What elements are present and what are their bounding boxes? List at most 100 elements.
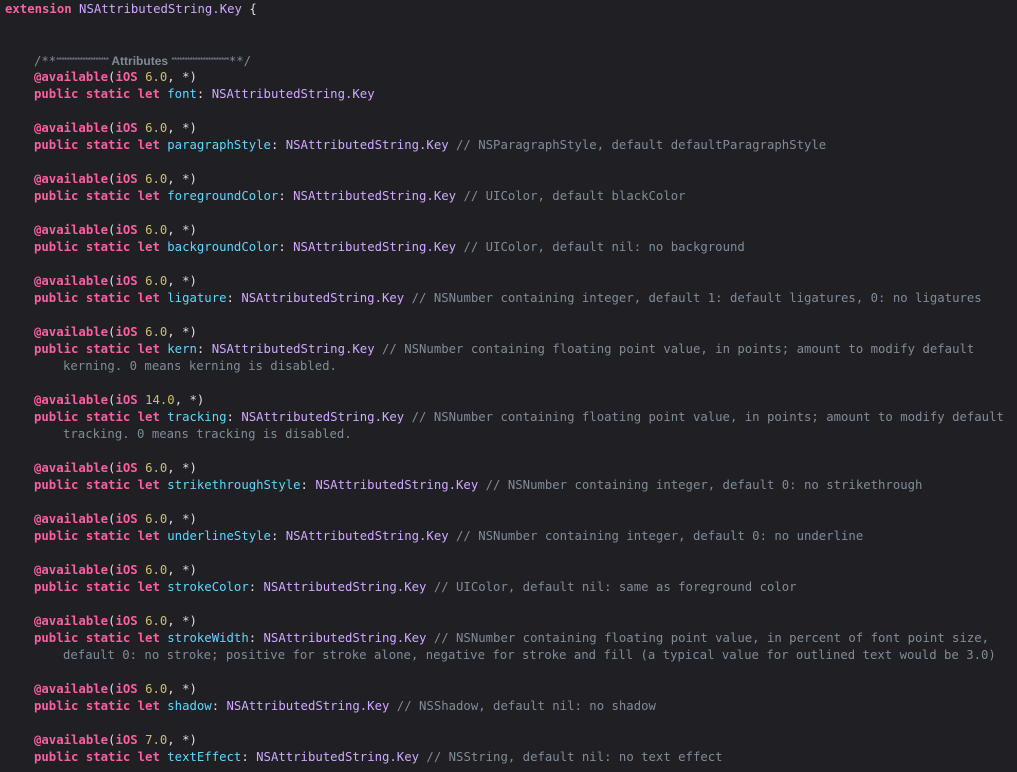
key-type: NSAttributedString.Key (263, 580, 427, 594)
comment-prefix: // (426, 750, 442, 764)
let-keyword: let (137, 189, 160, 203)
ios-version: 6.0 (145, 614, 168, 628)
key-type: NSAttributedString.Key (285, 529, 449, 543)
ios-version: 6.0 (145, 121, 168, 135)
available-keyword: @available (34, 70, 109, 84)
public-keyword: public (34, 478, 79, 492)
wildcard-star: * (182, 172, 190, 186)
extension-type-name: NSAttributedString.Key (79, 2, 242, 16)
let-keyword: let (137, 580, 160, 594)
available-attribute-line: @available(iOS 6.0, *) (34, 172, 197, 186)
platform-name: iOS (115, 121, 138, 135)
attribute-declaration-line: public static let underlineStyle: NSAttr… (34, 529, 864, 543)
available-keyword: @available (34, 461, 109, 475)
wildcard-star: * (182, 274, 190, 288)
available-attribute-line: @available(iOS 6.0, *) (34, 461, 197, 475)
attribute-declaration-line: public static let shadow: NSAttributedSt… (34, 699, 656, 713)
wildcard-star: * (182, 733, 190, 747)
wildcard-star: * (182, 461, 190, 475)
public-keyword: public (34, 87, 79, 101)
platform-name: iOS (115, 614, 138, 628)
platform-name: iOS (115, 461, 138, 475)
available-keyword: @available (34, 393, 109, 407)
attribute-declaration-line: public static let backgroundColor: NSAtt… (34, 240, 745, 254)
public-keyword: public (34, 699, 79, 713)
available-attribute-line: @available(iOS 6.0, *) (34, 325, 197, 339)
key-type: NSAttributedString.Key (293, 189, 457, 203)
available-keyword: @available (34, 325, 109, 339)
ios-version: 14.0 (145, 393, 175, 407)
let-keyword: let (137, 138, 160, 152)
ios-version: 6.0 (145, 223, 168, 237)
wildcard-star: * (182, 121, 190, 135)
wildcard-star: * (189, 393, 197, 407)
key-type: NSAttributedString.Key (293, 240, 457, 254)
wildcard-star: * (182, 563, 190, 577)
extension-declaration-line: extension NSAttributedString.Key { (5, 1, 257, 18)
comment-prefix: // (463, 240, 479, 254)
platform-name: iOS (115, 512, 138, 526)
available-attribute-line: @available(iOS 14.0, *) (34, 393, 205, 407)
mark-comment-line: /********************** Attributes *****… (34, 52, 251, 69)
static-keyword: static (85, 750, 131, 764)
attribute-comment: NSNumber containing integer, default 1: … (433, 291, 982, 305)
platform-name: iOS (115, 325, 138, 339)
comment-prefix: // (433, 631, 449, 645)
available-attribute-line: @available(iOS 6.0, *) (34, 223, 197, 237)
available-keyword: @available (34, 614, 109, 628)
available-keyword: @available (34, 733, 109, 747)
open-brace: { (249, 2, 257, 16)
attribute-name: shadow (167, 699, 212, 713)
platform-name: iOS (115, 223, 138, 237)
static-keyword: static (85, 529, 131, 543)
static-keyword: static (85, 580, 131, 594)
attribute-name: foregroundColor (167, 189, 279, 203)
attribute-comment: NSShadow, default nil: no shadow (419, 699, 656, 713)
attribute-name: strikethroughStyle (167, 478, 301, 492)
static-keyword: static (85, 291, 131, 305)
attribute-name: backgroundColor (167, 240, 279, 254)
available-keyword: @available (34, 563, 109, 577)
available-attribute-line: @available(iOS 6.0, *) (34, 682, 197, 696)
wildcard-star: * (182, 614, 190, 628)
attribute-declaration-line: public static let strokeWidth: NSAttribu… (34, 631, 990, 645)
let-keyword: let (137, 631, 160, 645)
public-keyword: public (34, 138, 79, 152)
public-keyword: public (34, 240, 79, 254)
attribute-declaration-line: public static let font: NSAttributedStri… (34, 87, 375, 101)
attribute-comment: UIColor, default nil: no background (485, 240, 745, 254)
platform-name: iOS (115, 172, 138, 186)
let-keyword: let (137, 750, 160, 764)
key-type: NSAttributedString.Key (211, 87, 375, 101)
public-keyword: public (34, 580, 79, 594)
attribute-name: underlineStyle (167, 529, 271, 543)
comment-prefix: // (456, 529, 471, 543)
attribute-name: kern (167, 342, 197, 356)
available-attribute-line: @available(iOS 6.0, *) (34, 274, 197, 288)
mark-comment-label: Attributes (108, 54, 172, 68)
static-keyword: static (85, 138, 131, 152)
attribute-declaration-line: public static let paragraphStyle: NSAttr… (34, 138, 827, 152)
let-keyword: let (137, 478, 160, 492)
platform-name: iOS (115, 70, 138, 84)
attribute-comment-continuation: kerning. 0 means kerning is disabled. (63, 359, 337, 373)
key-type: NSAttributedString.Key (256, 750, 420, 764)
attribute-comment: NSNumber containing floating point value… (404, 342, 975, 356)
let-keyword: let (137, 699, 160, 713)
ios-version: 6.0 (145, 512, 168, 526)
attribute-comment: UIColor, default blackColor (485, 189, 686, 203)
ios-version: 6.0 (145, 70, 168, 84)
code-editor[interactable]: extension NSAttributedString.Key { /****… (0, 0, 1017, 772)
available-attribute-line: @available(iOS 6.0, *) (34, 121, 197, 135)
attribute-declaration-line: public static let textEffect: NSAttribut… (34, 750, 723, 764)
available-attribute-line: @available(iOS 7.0, *) (34, 733, 197, 747)
mark-stars-right: ********************** (171, 56, 229, 65)
static-keyword: static (85, 342, 131, 356)
available-attribute-line: @available(iOS 6.0, *) (34, 614, 197, 628)
ios-version: 7.0 (145, 733, 168, 747)
public-keyword: public (34, 342, 79, 356)
extension-keyword: extension (5, 2, 72, 16)
attribute-comment: NSNumber containing floating point value… (456, 631, 990, 645)
attribute-name: textEffect (167, 750, 242, 764)
public-keyword: public (34, 631, 79, 645)
